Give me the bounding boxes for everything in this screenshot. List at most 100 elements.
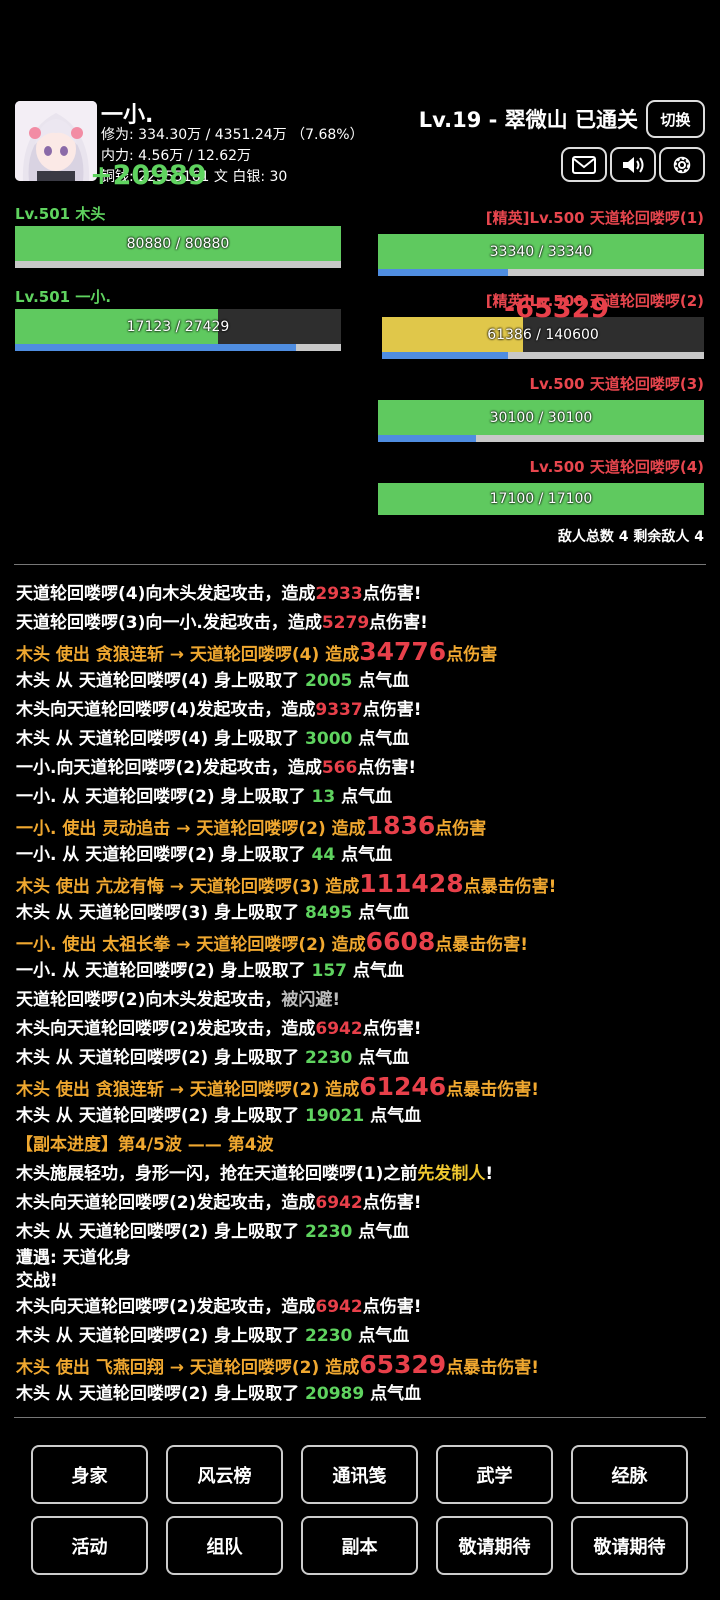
damage-value: 2933 (315, 584, 363, 604)
menu-button-team[interactable]: 组队 (166, 1516, 283, 1575)
heal-value: 19021 (305, 1106, 365, 1126)
log-text: 点伤害 (446, 645, 498, 665)
speaker-icon (623, 156, 644, 173)
mail-button[interactable] (561, 147, 607, 182)
log-text: 一小. 从 天道轮回喽啰(2) 身上吸取了 (16, 845, 312, 865)
log-text: 点气血 (352, 1326, 410, 1346)
enemy-energy-fill (378, 435, 476, 442)
enemy-hp-bar[interactable]: 17100 / 17100 (378, 483, 704, 515)
heal-value: 44 (311, 845, 336, 865)
menu-button-events[interactable]: 活动 (31, 1516, 148, 1575)
log-line: 一小. 使出 太祖长拳 → 天道轮回喽啰(2) 造成6608点暴击伤害! (16, 928, 706, 957)
damage-value: 1836 (365, 811, 436, 840)
enemy-label: Lv.500 天道轮回喽啰(4) (529, 458, 705, 476)
log-line: 遭遇: 天道化身 (16, 1247, 706, 1270)
log-line: 木头向天道轮回喽啰(2)发起攻击，造成6942点伤害! (16, 1293, 706, 1322)
log-text: 天道轮回喽啰(3)向一小.发起攻击，造成 (16, 613, 322, 633)
log-text: 点气血 (352, 1048, 410, 1068)
log-line: 木头 从 天道轮回喽啰(2) 身上吸取了 2230 点气血 (16, 1322, 706, 1351)
damage-value: 61246 (359, 1072, 447, 1101)
log-text: 点暴击伤害! (446, 1080, 539, 1100)
sound-button[interactable] (610, 147, 656, 182)
heal-value: 2005 (305, 671, 353, 691)
log-text: 点气血 (352, 1222, 410, 1242)
ally-hp-bar: 17123 / 27429 (15, 309, 341, 344)
log-text: 点伤害! (369, 613, 428, 633)
log-line: 天道轮回喽啰(4)向木头发起攻击，造成2933点伤害! (16, 580, 706, 609)
log-line: 木头 从 天道轮回喽啰(2) 身上吸取了 20989 点气血 (16, 1380, 706, 1409)
log-line: 交战! (16, 1270, 706, 1293)
log-text: 一小. 使出 太祖长拳 → 天道轮回喽啰(2) 造成 (16, 935, 366, 955)
switch-stage-button[interactable]: 切换 (646, 100, 705, 138)
log-text: 点气血 (352, 729, 410, 749)
log-line: 木头向天道轮回喽啰(2)发起攻击，造成6942点伤害! (16, 1015, 706, 1044)
first-strike-text: 先发制人 (417, 1164, 486, 1184)
log-text: 木头 从 天道轮回喽啰(4) 身上吸取了 (16, 671, 306, 691)
log-text: 点气血 (347, 961, 404, 981)
menu-button-assets[interactable]: 身家 (31, 1445, 148, 1504)
log-text: 木头 使出 贪狼连斩 → 天道轮回喽啰(2) 造成 (16, 1080, 360, 1100)
log-text: 点伤害! (362, 584, 422, 604)
log-line: 天道轮回喽啰(2)向木头发起攻击，被闪避! (16, 986, 706, 1015)
heal-value: 20989 (305, 1384, 365, 1404)
log-line: 木头 从 天道轮回喽啰(4) 身上吸取了 3000 点气血 (16, 725, 706, 754)
log-text: 点伤害! (357, 758, 417, 778)
dodge-text: 被闪避! (281, 990, 341, 1010)
menu-button-coming-soon[interactable]: 敬请期待 (571, 1516, 688, 1575)
log-text: 木头 使出 飞燕回翔 → 天道轮回喽啰(2) 造成 (16, 1358, 360, 1378)
player-avatar[interactable] (15, 101, 97, 181)
enemy-hp-bar[interactable]: 33340 / 33340 (378, 234, 704, 269)
log-text: 点气血 (335, 845, 393, 865)
menu-button-coming-soon[interactable]: 敬请期待 (436, 1516, 553, 1575)
log-text: 交战! (16, 1271, 58, 1291)
log-line: 【副本进度】第4/5波 —— 第4波 (16, 1131, 706, 1160)
enemy-energy-bar (382, 352, 704, 359)
log-text: 遭遇: 天道化身 (16, 1248, 131, 1268)
log-text: 点伤害! (362, 1019, 422, 1039)
log-text: 木头向天道轮回喽啰(4)发起攻击，造成 (16, 700, 316, 720)
enemy-count: 敌人总数 4 剩余敌人 4 (557, 529, 704, 545)
damage-value: 566 (321, 758, 358, 778)
log-text: 木头 从 天道轮回喽啰(3) 身上吸取了 (16, 903, 306, 923)
damage-value: 65329 (359, 1350, 447, 1379)
menu-button-dungeon[interactable]: 副本 (301, 1516, 418, 1575)
damage-value: 9337 (315, 700, 363, 720)
log-text: 木头 从 天道轮回喽啰(2) 身上吸取了 (16, 1106, 306, 1126)
enemy-label: Lv.500 天道轮回喽啰(3) (529, 375, 705, 393)
log-text: 点气血 (335, 787, 393, 807)
enemy-energy-fill (378, 269, 509, 276)
log-text: 木头 从 天道轮回喽啰(2) 身上吸取了 (16, 1326, 306, 1346)
ally-label: Lv.501 木头 (15, 205, 106, 223)
log-line: 木头向天道轮回喽啰(2)发起攻击，造成6942点伤害! (16, 1189, 706, 1218)
menu-button-martial-arts[interactable]: 武学 (436, 1445, 553, 1504)
menu-button-messages[interactable]: 通讯笺 (301, 1445, 418, 1504)
enemy-energy-bar (378, 435, 704, 442)
log-text: 点气血 (352, 903, 410, 923)
log-text: 天道轮回喽啰(2)向木头发起攻击， (16, 990, 282, 1010)
enemy-hp-bar[interactable]: 30100 / 30100 (378, 400, 704, 435)
menu-button-leaderboard[interactable]: 风云榜 (166, 1445, 283, 1504)
enemy-label: [精英]Lv.500 天道轮回喽啰(1) (485, 209, 704, 227)
log-line: 木头 从 天道轮回喽啰(2) 身上吸取了 2230 点气血 (16, 1044, 706, 1073)
battle-log[interactable]: 天道轮回喽啰(4)向木头发起攻击，造成2933点伤害! 天道轮回喽啰(3)向一小.… (16, 580, 706, 1409)
log-line: 木头 从 天道轮回喽啰(3) 身上吸取了 8495 点气血 (16, 899, 706, 928)
log-text: 点伤害! (362, 1193, 422, 1213)
log-line: 一小. 从 天道轮回喽啰(2) 身上吸取了 13 点气血 (16, 783, 706, 812)
enemy-hp-text: 33340 / 33340 (489, 243, 593, 260)
log-text: 木头 从 天道轮回喽啰(2) 身上吸取了 (16, 1384, 306, 1404)
log-line: 一小.向天道轮回喽啰(2)发起攻击，造成566点伤害! (16, 754, 706, 783)
log-text: 一小. 从 天道轮回喽啰(2) 身上吸取了 (16, 961, 312, 981)
log-text: 点气血 (364, 1384, 422, 1404)
log-text: 一小.向天道轮回喽啰(2)发起攻击，造成 (16, 758, 322, 778)
log-text: 木头 从 天道轮回喽啰(2) 身上吸取了 (16, 1048, 306, 1068)
damage-value: 6942 (315, 1193, 363, 1213)
settings-button[interactable] (659, 147, 705, 182)
damage-value: 6942 (315, 1297, 363, 1317)
damage-value: 5279 (321, 613, 370, 633)
ally-energy-bar (15, 261, 341, 268)
log-text: 点暴击伤害! (463, 877, 557, 897)
menu-button-meridians[interactable]: 经脉 (571, 1445, 688, 1504)
heal-value: 13 (311, 787, 336, 807)
gear-icon (673, 156, 691, 173)
heal-value: 2230 (305, 1048, 353, 1068)
